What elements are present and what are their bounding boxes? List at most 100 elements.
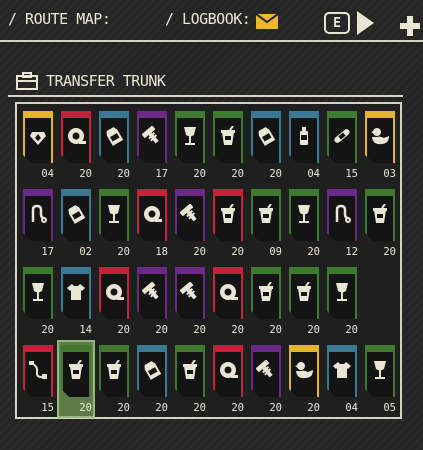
- screw-icon: [180, 282, 197, 300]
- inventory-slot[interactable]: 20: [287, 186, 321, 260]
- inventory-slot[interactable]: 20: [249, 342, 283, 416]
- play-icon[interactable]: [355, 10, 375, 36]
- inventory-slot[interactable]: 20: [211, 264, 245, 338]
- trunk-panel: 04 20 20 17 20 20 20 04 15 03 17 02 20 18 20 20 09 20 12 20…: [15, 102, 402, 419]
- inventory-slot[interactable]: 02: [59, 186, 93, 260]
- inventory-slot[interactable]: 20: [173, 264, 207, 338]
- inventory-slot[interactable]: 14: [59, 264, 93, 338]
- section-header: TRANSFER TRUNK: [16, 70, 166, 92]
- item-quantity: 20: [117, 168, 130, 180]
- wine-glass-icon: [32, 283, 44, 301]
- milk-carton-icon: [68, 205, 86, 224]
- inventory-slot[interactable]: 20: [135, 264, 169, 338]
- inventory-slot[interactable]: 20: [21, 264, 55, 338]
- drink-cup-icon: [373, 204, 387, 223]
- item-quantity: 20: [269, 168, 282, 180]
- tape-roll-icon: [144, 206, 162, 222]
- item-quantity: 20: [193, 324, 206, 336]
- item-quantity: 17: [41, 246, 54, 258]
- bottle-icon: [300, 127, 308, 145]
- inventory-slot[interactable]: 20: [287, 264, 321, 338]
- drink-cup-icon: [107, 360, 121, 379]
- item-quantity: 12: [345, 246, 358, 258]
- inventory-slot[interactable]: 20: [173, 186, 207, 260]
- inventory-slot-selected[interactable]: 20: [57, 340, 95, 418]
- screw-icon: [256, 360, 273, 378]
- drink-cup-icon: [183, 360, 197, 379]
- item-quantity: 20: [307, 402, 320, 414]
- drink-cup-icon: [69, 360, 83, 379]
- mail-icon[interactable]: [256, 14, 278, 29]
- item-quantity: 15: [41, 402, 54, 414]
- inventory-slot[interactable]: 03: [363, 108, 397, 182]
- item-quantity: 20: [117, 324, 130, 336]
- inventory-slot[interactable]: 17: [135, 108, 169, 182]
- inventory-slot[interactable]: 20: [211, 108, 245, 182]
- plus-icon[interactable]: [400, 16, 420, 36]
- milk-carton-icon: [258, 127, 276, 146]
- tape-roll-icon: [220, 362, 238, 378]
- item-quantity: 02: [79, 246, 92, 258]
- section-divider: [8, 95, 403, 97]
- t-shirt-icon: [333, 362, 351, 378]
- rope-icon: [31, 204, 47, 223]
- inventory-slot[interactable]: 20: [97, 264, 131, 338]
- wine-glass-icon: [298, 205, 310, 223]
- inventory-slot[interactable]: 20: [325, 264, 359, 338]
- inventory-slot[interactable]: 05: [363, 342, 397, 416]
- wine-glass-icon: [108, 205, 120, 223]
- drink-cup-icon: [221, 126, 235, 145]
- item-quantity: 20: [231, 324, 244, 336]
- inventory-slot[interactable]: 20: [97, 108, 131, 182]
- inventory-slot[interactable]: 20: [97, 342, 131, 416]
- item-quantity: 20: [79, 402, 92, 414]
- item-quantity: 14: [79, 324, 92, 336]
- inventory-slot[interactable]: 04: [325, 342, 359, 416]
- inventory-slot[interactable]: 20: [211, 342, 245, 416]
- inventory-slot[interactable]: 20: [59, 108, 93, 182]
- inventory-slot[interactable]: 20: [363, 186, 397, 260]
- inventory-slot[interactable]: 18: [135, 186, 169, 260]
- inventory-slot[interactable]: 20: [211, 186, 245, 260]
- drink-cup-icon: [259, 282, 273, 301]
- inventory-slot[interactable]: 09: [249, 186, 283, 260]
- item-quantity: 20: [231, 168, 244, 180]
- item-quantity: 20: [117, 402, 130, 414]
- inventory-slot[interactable]: 15: [21, 342, 55, 416]
- inventory-slot[interactable]: 20: [249, 108, 283, 182]
- rubber-duck-icon: [295, 362, 313, 379]
- inventory-slot[interactable]: 15: [325, 108, 359, 182]
- tape-roll-icon: [220, 284, 238, 300]
- bandage-icon: [334, 129, 350, 143]
- inventory-slot[interactable]: 20: [173, 342, 207, 416]
- item-quantity: 20: [231, 402, 244, 414]
- item-quantity: 20: [155, 402, 168, 414]
- item-quantity: 15: [345, 168, 358, 180]
- inventory-slot[interactable]: 17: [21, 186, 55, 260]
- inventory-slot[interactable]: 20: [287, 342, 321, 416]
- item-quantity: 04: [41, 168, 54, 180]
- inventory-slot[interactable]: 20: [97, 186, 131, 260]
- inventory-slot[interactable]: 04: [287, 108, 321, 182]
- inventory-slot[interactable]: 12: [325, 186, 359, 260]
- screw-icon: [142, 126, 159, 144]
- inventory-slot[interactable]: 20: [173, 108, 207, 182]
- inventory-slot[interactable]: 20: [249, 264, 283, 338]
- item-quantity: 17: [155, 168, 168, 180]
- empty-slot: [363, 264, 397, 338]
- inventory-slot[interactable]: 20: [135, 342, 169, 416]
- top-divider: [0, 40, 423, 42]
- tape-roll-icon: [106, 284, 124, 300]
- inventory-slot[interactable]: 04: [21, 108, 55, 182]
- wine-glass-icon: [374, 361, 386, 379]
- key-e-hint[interactable]: E: [324, 12, 350, 34]
- item-quantity: 04: [345, 402, 358, 414]
- route-map-tab[interactable]: / ROUTE MAP:: [8, 10, 111, 28]
- milk-carton-icon: [106, 127, 124, 146]
- logbook-tab[interactable]: / LOGBOOK:: [165, 10, 251, 28]
- item-quantity: 20: [307, 324, 320, 336]
- rope-icon: [335, 204, 351, 223]
- gem-icon: [30, 132, 46, 145]
- top-bar: / ROUTE MAP: / LOGBOOK: E: [0, 0, 423, 46]
- tape-roll-icon: [68, 128, 86, 144]
